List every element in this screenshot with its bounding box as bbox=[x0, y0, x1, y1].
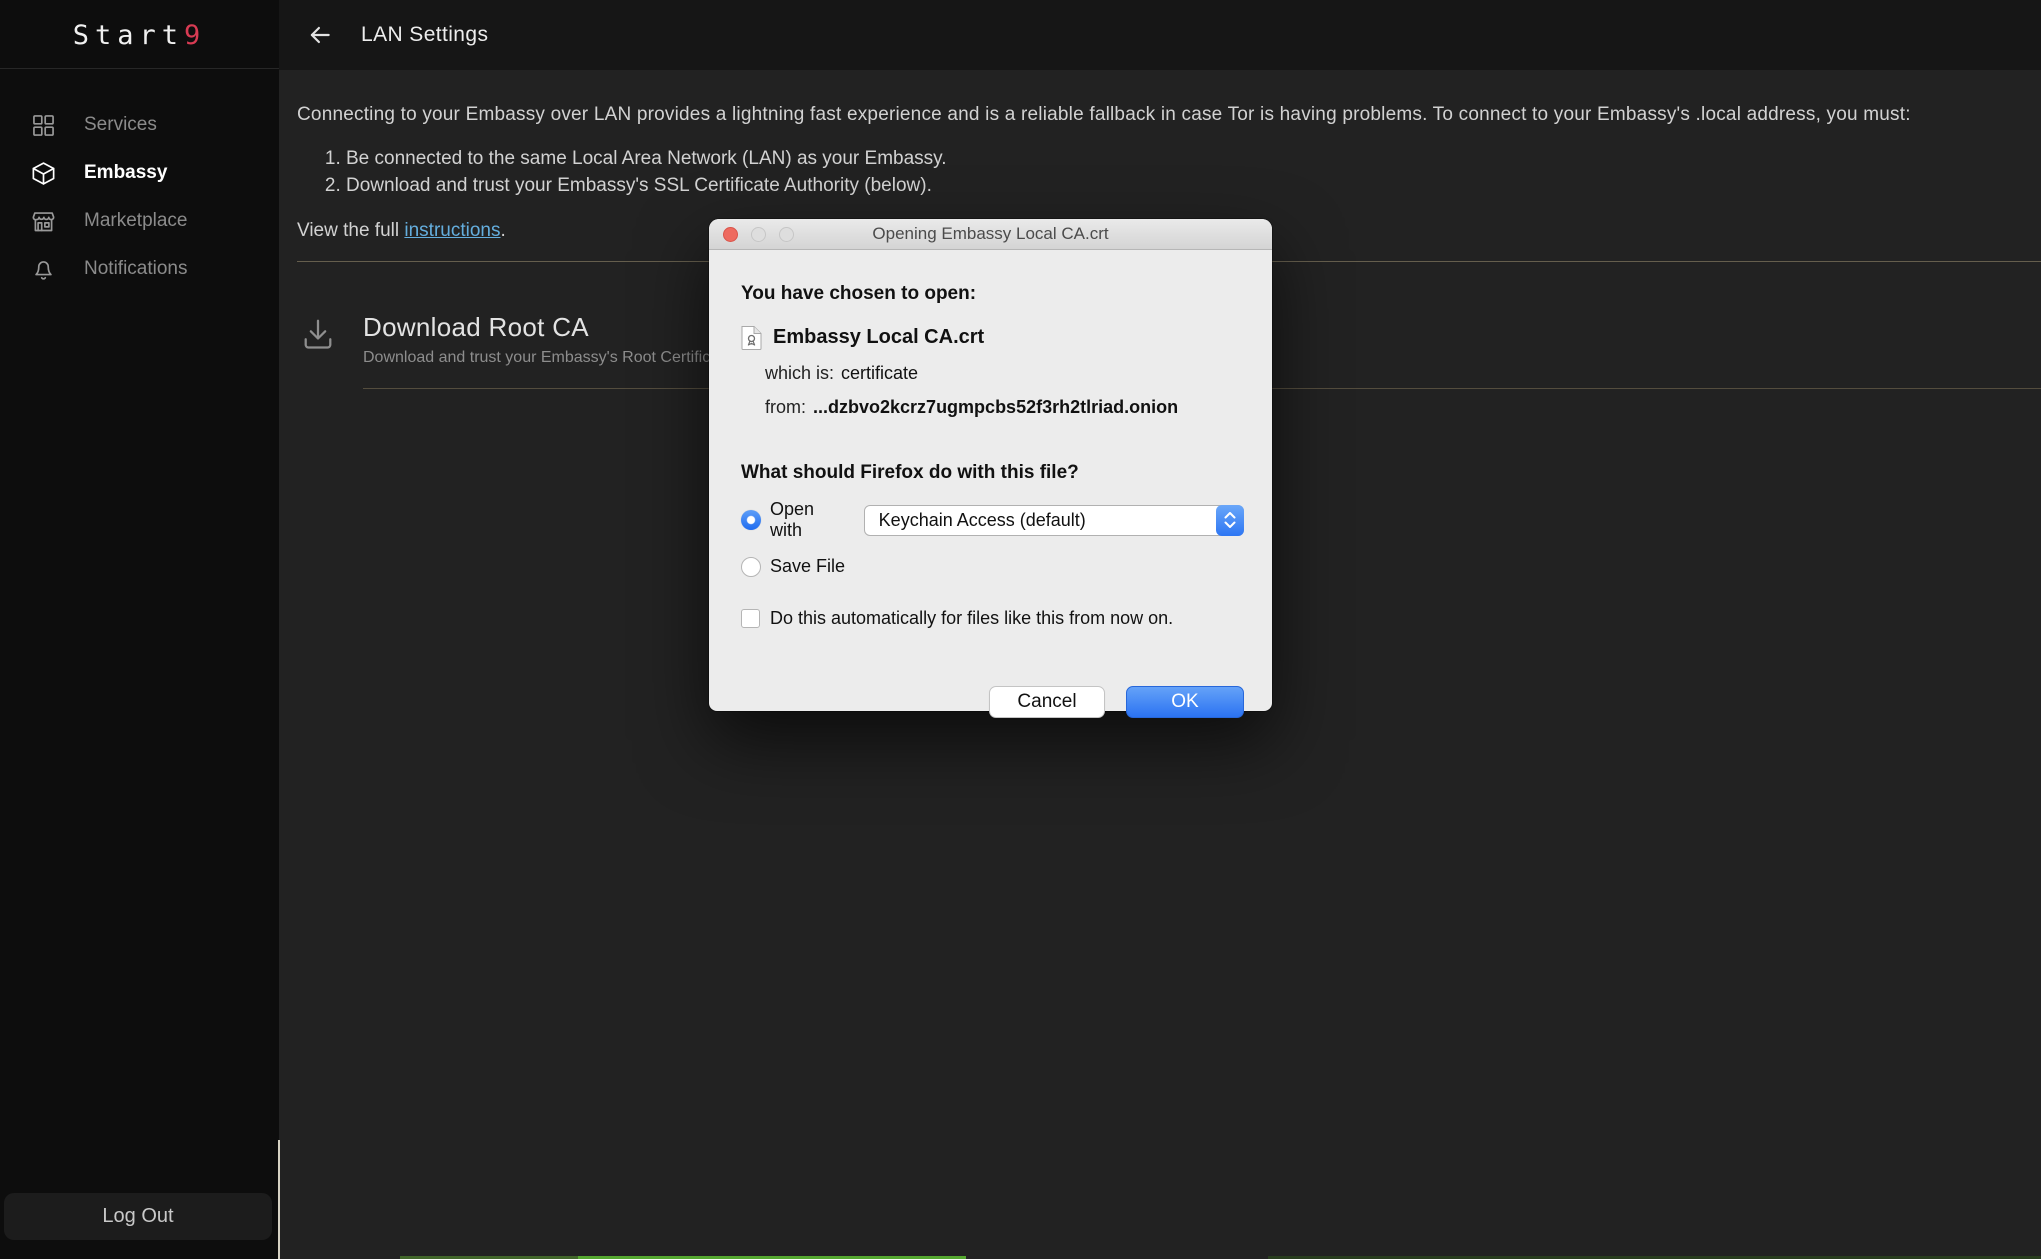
logo-text: Start bbox=[73, 20, 184, 51]
sidebar-item-label: Services bbox=[84, 114, 157, 136]
open-with-label: Open with bbox=[770, 499, 851, 541]
remember-label: Do this automatically for files like thi… bbox=[770, 608, 1173, 629]
save-file-radio[interactable] bbox=[741, 557, 761, 577]
cube-icon bbox=[30, 160, 57, 187]
arrow-left-icon bbox=[307, 22, 333, 48]
sidebar-item-services[interactable]: Services bbox=[0, 101, 279, 149]
bell-icon bbox=[30, 256, 57, 283]
logo-accent: 9 bbox=[184, 20, 206, 51]
grid-icon bbox=[30, 112, 57, 139]
cancel-button[interactable]: Cancel bbox=[989, 686, 1105, 718]
remember-checkbox[interactable] bbox=[741, 609, 760, 628]
open-with-radio[interactable] bbox=[741, 510, 761, 530]
save-file-label: Save File bbox=[770, 556, 845, 577]
firefox-question: What should Firefox do with this file? bbox=[741, 462, 1244, 484]
from-value: ...dzbvo2kcrz7ugmpcbs52f3rh2tlriad.onion bbox=[813, 397, 1178, 418]
sidebar-item-notifications[interactable]: Notifications bbox=[0, 245, 279, 293]
file-name: Embassy Local CA.crt bbox=[773, 326, 984, 349]
open-with-row: Open with Keychain Access (default) bbox=[741, 499, 1244, 541]
steps-list: Be connected to the same Local Area Netw… bbox=[297, 145, 2041, 199]
sidebar-nav: Services Embassy Marketplace Notificatio… bbox=[0, 101, 279, 293]
instructions-link[interactable]: instructions bbox=[404, 220, 500, 241]
from-row: from: ...dzbvo2kcrz7ugmpcbs52f3rh2tlriad… bbox=[765, 397, 1244, 418]
sidebar-item-marketplace[interactable]: Marketplace bbox=[0, 197, 279, 245]
intro-paragraph: Connecting to your Embassy over LAN prov… bbox=[297, 104, 2041, 126]
dialog-titlebar[interactable]: Opening Embassy Local CA.crt bbox=[709, 219, 1272, 250]
view-full-prefix: View the full bbox=[297, 220, 404, 241]
step-item: Be connected to the same Local Area Netw… bbox=[346, 145, 2041, 172]
minimize-window-icon bbox=[751, 227, 766, 242]
storefront-icon bbox=[30, 208, 57, 235]
app-logo: Start9 bbox=[0, 0, 279, 51]
which-is-value: certificate bbox=[841, 363, 918, 384]
which-is-row: which is: certificate bbox=[765, 363, 1244, 384]
save-file-row: Save File bbox=[741, 556, 1244, 577]
screen: Start9 Services Embassy Marketplace bbox=[0, 0, 2041, 1259]
zoom-window-icon bbox=[779, 227, 794, 242]
sidebar-edge-highlight bbox=[278, 1140, 280, 1259]
chevron-up-down-icon bbox=[1216, 505, 1244, 536]
opening-file-dialog: Opening Embassy Local CA.crt You have ch… bbox=[709, 219, 1272, 711]
dialog-title: Opening Embassy Local CA.crt bbox=[872, 224, 1108, 244]
download-icon bbox=[300, 316, 336, 352]
step-item: Download and trust your Embassy's SSL Ce… bbox=[346, 172, 2041, 199]
back-button[interactable] bbox=[303, 18, 337, 52]
cancel-label: Cancel bbox=[1017, 691, 1076, 713]
chosen-heading: You have chosen to open: bbox=[741, 283, 1244, 305]
logout-button[interactable]: Log Out bbox=[4, 1193, 272, 1240]
logout-label: Log Out bbox=[102, 1205, 173, 1228]
sidebar-item-embassy[interactable]: Embassy bbox=[0, 149, 279, 197]
window-controls bbox=[723, 227, 794, 242]
from-label: from: bbox=[765, 397, 806, 418]
file-meta: which is: certificate from: ...dzbvo2kcr… bbox=[765, 363, 1244, 418]
sidebar-item-label: Notifications bbox=[84, 258, 188, 280]
dialog-buttons: Cancel OK bbox=[989, 686, 1244, 718]
header: LAN Settings bbox=[279, 0, 2041, 70]
ok-button[interactable]: OK bbox=[1126, 686, 1244, 718]
open-with-select[interactable]: Keychain Access (default) bbox=[864, 505, 1244, 536]
sidebar-item-label: Embassy bbox=[84, 162, 167, 184]
remember-row: Do this automatically for files like thi… bbox=[741, 608, 1244, 629]
open-with-selected-value: Keychain Access (default) bbox=[879, 510, 1086, 531]
certificate-file-icon bbox=[741, 325, 762, 350]
file-row: Embassy Local CA.crt bbox=[741, 325, 1244, 350]
close-window-icon[interactable] bbox=[723, 227, 738, 242]
dialog-body: You have chosen to open: Embassy Local C… bbox=[709, 283, 1272, 744]
sidebar-item-label: Marketplace bbox=[84, 210, 188, 232]
ok-label: OK bbox=[1171, 691, 1198, 713]
view-full-suffix: . bbox=[501, 220, 506, 241]
page-title: LAN Settings bbox=[361, 23, 488, 47]
logo-divider bbox=[0, 68, 279, 69]
which-is-label: which is: bbox=[765, 363, 834, 384]
sidebar: Start9 Services Embassy Marketplace bbox=[0, 0, 279, 1259]
